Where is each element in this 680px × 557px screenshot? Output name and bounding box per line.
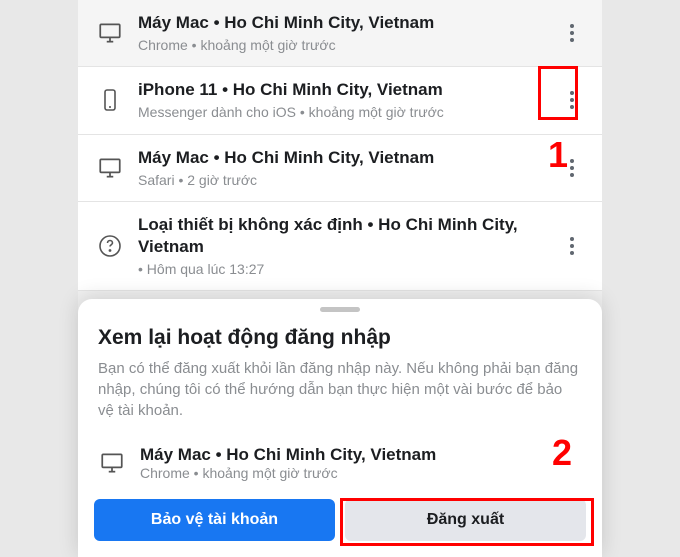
device-info: iPhone 11 • Ho Chi Minh City, Vietnam Me… bbox=[138, 79, 560, 121]
more-icon bbox=[570, 159, 574, 177]
device-title: Loại thiết bị không xác định • Ho Chi Mi… bbox=[138, 214, 560, 258]
device-title: iPhone 11 • Ho Chi Minh City, Vietnam bbox=[138, 79, 560, 101]
device-info: Máy Mac • Ho Chi Minh City, Vietnam Chro… bbox=[138, 12, 560, 54]
sheet-device-info: Máy Mac • Ho Chi Minh City, Vietnam Chro… bbox=[140, 445, 582, 481]
phone-icon bbox=[96, 86, 124, 114]
more-icon bbox=[570, 24, 574, 42]
device-subtitle: • Hôm qua lúc 13:27 bbox=[138, 260, 560, 278]
device-title: Máy Mac • Ho Chi Minh City, Vietnam bbox=[138, 147, 560, 169]
unknown-device-icon bbox=[96, 232, 124, 260]
more-icon bbox=[570, 91, 574, 109]
device-row[interactable]: Máy Mac • Ho Chi Minh City, Vietnam Chro… bbox=[78, 0, 602, 67]
sheet-handle[interactable] bbox=[320, 307, 360, 312]
device-row[interactable]: iPhone 11 • Ho Chi Minh City, Vietnam Me… bbox=[78, 67, 602, 134]
device-list: Máy Mac • Ho Chi Minh City, Vietnam Chro… bbox=[78, 0, 602, 291]
sheet-buttons: Bảo vệ tài khoản Đăng xuất bbox=[78, 499, 602, 541]
action-sheet: Xem lại hoạt động đăng nhập Bạn có thể đ… bbox=[78, 299, 602, 557]
logout-button[interactable]: Đăng xuất bbox=[345, 499, 586, 541]
sheet-device-subtitle: Chrome • khoảng một giờ trước bbox=[140, 465, 582, 481]
device-row[interactable]: Loại thiết bị không xác định • Ho Chi Mi… bbox=[78, 202, 602, 291]
more-menu-button[interactable] bbox=[560, 80, 584, 120]
sheet-description: Bạn có thể đăng xuất khỏi lần đăng nhập … bbox=[78, 358, 602, 437]
desktop-icon bbox=[96, 19, 124, 47]
device-subtitle: Safari • 2 giờ trước bbox=[138, 171, 560, 189]
more-menu-button[interactable] bbox=[560, 13, 584, 53]
device-info: Loại thiết bị không xác định • Ho Chi Mi… bbox=[138, 214, 560, 278]
more-menu-button[interactable] bbox=[560, 148, 584, 188]
desktop-icon bbox=[96, 154, 124, 182]
more-menu-button[interactable] bbox=[560, 226, 584, 266]
device-info: Máy Mac • Ho Chi Minh City, Vietnam Safa… bbox=[138, 147, 560, 189]
sheet-device-row: Máy Mac • Ho Chi Minh City, Vietnam Chro… bbox=[78, 437, 602, 499]
protect-account-button[interactable]: Bảo vệ tài khoản bbox=[94, 499, 335, 541]
sheet-title: Xem lại hoạt động đăng nhập bbox=[78, 326, 602, 358]
device-subtitle: Chrome • khoảng một giờ trước bbox=[138, 36, 560, 54]
device-subtitle: Messenger dành cho iOS • khoảng một giờ … bbox=[138, 103, 560, 121]
device-title: Máy Mac • Ho Chi Minh City, Vietnam bbox=[138, 12, 560, 34]
sheet-device-title: Máy Mac • Ho Chi Minh City, Vietnam bbox=[140, 445, 582, 465]
desktop-icon bbox=[98, 449, 126, 477]
device-row[interactable]: Máy Mac • Ho Chi Minh City, Vietnam Safa… bbox=[78, 135, 602, 202]
more-icon bbox=[570, 237, 574, 255]
